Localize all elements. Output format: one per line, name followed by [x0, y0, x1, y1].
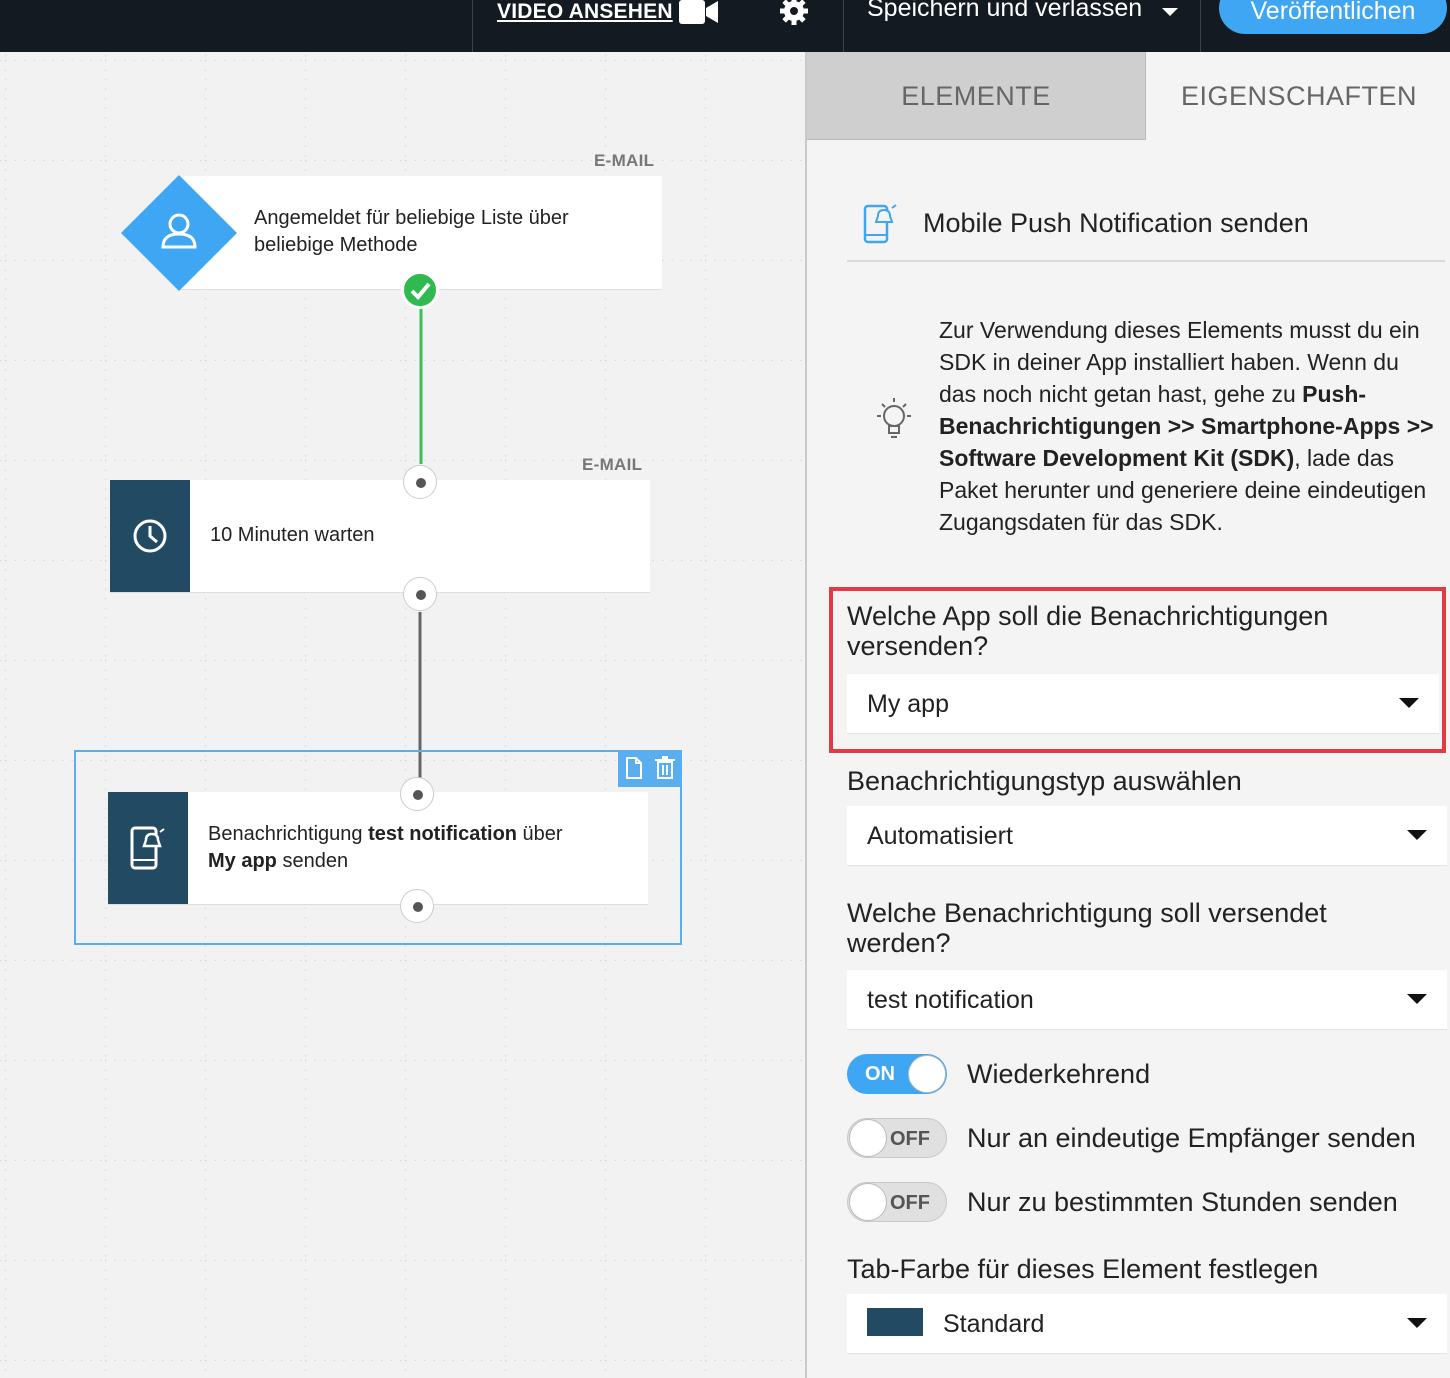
divider — [1200, 0, 1201, 52]
check-icon — [401, 271, 439, 309]
gear-icon[interactable] — [779, 0, 809, 26]
type-select[interactable]: Automatisiert — [847, 806, 1447, 866]
app-select[interactable]: My app — [847, 674, 1439, 734]
specific-hours-toggle[interactable]: OFF — [847, 1182, 947, 1222]
duplicate-icon[interactable] — [625, 757, 643, 779]
chevron-down-icon[interactable] — [1162, 8, 1178, 16]
color-swatch — [867, 1308, 923, 1336]
text-fragment: senden — [276, 850, 349, 872]
recurring-toggle[interactable]: ON — [847, 1054, 947, 1094]
chevron-down-icon — [1407, 1318, 1427, 1328]
user-icon — [121, 175, 237, 291]
trigger-node-text: Angemeldet für beliebige Liste über beli… — [254, 207, 569, 256]
toggle-state: ON — [865, 1063, 895, 1085]
lightbulb-icon — [877, 398, 911, 438]
video-camera-icon[interactable] — [679, 0, 719, 24]
divider — [472, 0, 473, 52]
chevron-down-icon — [1407, 994, 1427, 1004]
type-label: Benachrichtigungstyp auswählen — [847, 766, 1242, 796]
tab-properties[interactable]: EIGENSCHAFTEN — [1146, 52, 1450, 140]
text-fragment: über — [517, 823, 563, 845]
node-type-label: E-MAIL — [582, 455, 643, 474]
divider — [847, 260, 1445, 262]
notification-name: test notification — [368, 823, 517, 845]
connector-in[interactable] — [403, 465, 437, 499]
save-and-exit-menu[interactable]: Speichern und verlassen — [867, 0, 1142, 23]
app-question-label: Welche App soll die Benachrichtigungen v… — [847, 601, 1329, 661]
publish-button[interactable]: Veröffentlichen — [1219, 0, 1447, 34]
properties-panel: ELEMENTE EIGENSCHAFTEN Mobile Push Notif… — [805, 52, 1450, 1378]
text-fragment: Benachrichtigung — [208, 823, 369, 845]
tab-color-select[interactable]: Standard — [847, 1294, 1447, 1354]
mobile-push-icon — [108, 792, 188, 904]
toggle-knob — [849, 1183, 887, 1221]
notification-select[interactable]: test notification — [847, 970, 1447, 1030]
push-node-text: Benachrichtigung test notification über M… — [208, 821, 628, 875]
connector-in[interactable] — [400, 777, 434, 811]
panel-title: Mobile Push Notification senden — [923, 208, 1309, 238]
toggle-state: OFF — [890, 1192, 930, 1214]
wait-node[interactable] — [110, 480, 650, 592]
recurring-label: Wiederkehrend — [967, 1059, 1151, 1089]
tab-elements[interactable]: ELEMENTE — [807, 52, 1146, 140]
mobile-push-icon — [863, 204, 897, 244]
app-name: My app — [208, 850, 277, 872]
node-type-label: E-MAIL — [594, 151, 655, 170]
notification-question-label: Welche Benachrichtigung soll versendet w… — [847, 898, 1327, 958]
chevron-down-icon — [1407, 830, 1427, 840]
toggle-state: OFF — [890, 1128, 930, 1150]
notification-select-value: test notification — [867, 986, 1034, 1014]
divider — [843, 0, 844, 52]
tab-color-value: Standard — [943, 1310, 1045, 1338]
sdk-info-text: Zur Verwendung dieses Elements musst du … — [939, 314, 1434, 538]
toggle-knob — [849, 1119, 887, 1157]
top-bar: VIDEO ANSEHEN Speichern und verlassen Ve… — [0, 0, 1450, 52]
workflow-canvas[interactable]: E-MAIL Angemeldet für beliebige Liste üb… — [0, 52, 805, 1378]
video-link[interactable]: VIDEO ANSEHEN — [497, 0, 673, 24]
connector-out[interactable] — [403, 577, 437, 611]
trash-icon[interactable] — [655, 756, 675, 779]
specific-hours-label: Nur zu bestimmten Stunden senden — [967, 1187, 1398, 1217]
chevron-down-icon — [1399, 698, 1419, 708]
connector-out[interactable] — [400, 889, 434, 923]
unique-recipients-toggle[interactable]: OFF — [847, 1118, 947, 1158]
node-actions — [618, 750, 682, 787]
tab-color-label: Tab-Farbe für dieses Element festlegen — [847, 1254, 1319, 1284]
wait-node-text: 10 Minuten warten — [210, 524, 375, 546]
type-select-value: Automatisiert — [867, 822, 1013, 850]
app-select-value: My app — [867, 690, 949, 718]
toggle-knob — [908, 1055, 946, 1093]
clock-icon — [110, 480, 190, 592]
unique-recipients-label: Nur an eindeutige Empfänger senden — [967, 1123, 1416, 1153]
